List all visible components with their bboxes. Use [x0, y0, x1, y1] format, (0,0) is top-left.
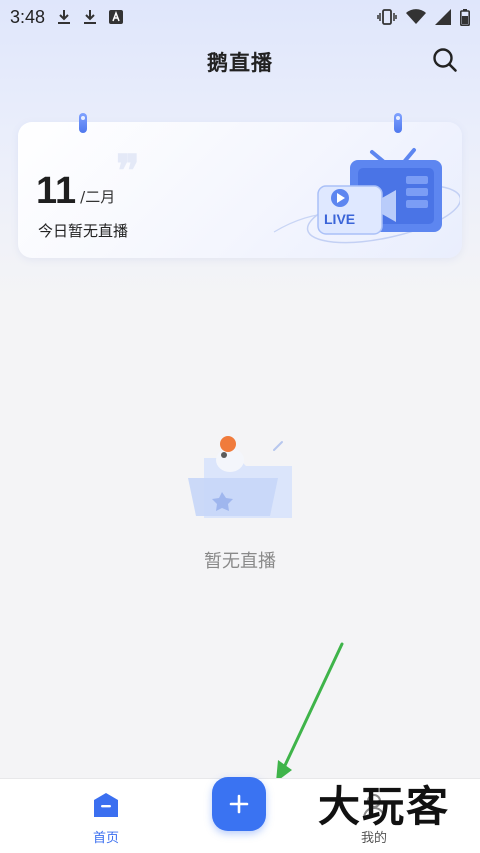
- status-bar: 3:48: [0, 0, 480, 34]
- calendar-ring-icon: [78, 113, 88, 135]
- nav-home-tab[interactable]: 首页: [76, 791, 136, 847]
- watermark-logo: 大玩客: [318, 782, 451, 831]
- nav-home-label: 首页: [92, 831, 119, 846]
- search-button[interactable]: [430, 47, 460, 77]
- search-icon: [432, 47, 458, 77]
- app-header: 鹅直播: [0, 34, 480, 90]
- create-live-button[interactable]: [212, 777, 266, 831]
- live-tv-illustration-icon: LIVE: [273, 148, 460, 244]
- battery-icon: [460, 8, 470, 26]
- annotation-arrow-icon: [276, 642, 344, 782]
- wifi-icon: [406, 9, 426, 25]
- status-time: 3:48: [10, 6, 46, 27]
- empty-folder-illustration-icon: [188, 436, 292, 518]
- live-badge: LIVE: [324, 211, 355, 227]
- empty-state-text: 暂无直播: [204, 551, 276, 572]
- quote-deco-icon: ❞: [116, 146, 140, 197]
- font-a-icon: [109, 10, 124, 24]
- no-live-today-text: 今日暂无直播: [38, 222, 129, 240]
- calendar-ring-icon: [393, 113, 403, 135]
- vibrate-icon: [377, 9, 397, 25]
- plus-icon: [229, 794, 249, 814]
- signal-icon: [435, 9, 451, 25]
- page-title: 鹅直播: [207, 51, 273, 75]
- home-icon: [92, 791, 120, 823]
- date-day: 11: [36, 170, 77, 212]
- today-calendar-card[interactable]: ❞ 11 /二月 今日暂无直播 LIVE: [18, 113, 462, 258]
- date-display: 11 /二月: [36, 172, 115, 210]
- date-month: /二月: [80, 188, 116, 206]
- download-icon: [83, 9, 97, 25]
- download-icon: [57, 9, 71, 25]
